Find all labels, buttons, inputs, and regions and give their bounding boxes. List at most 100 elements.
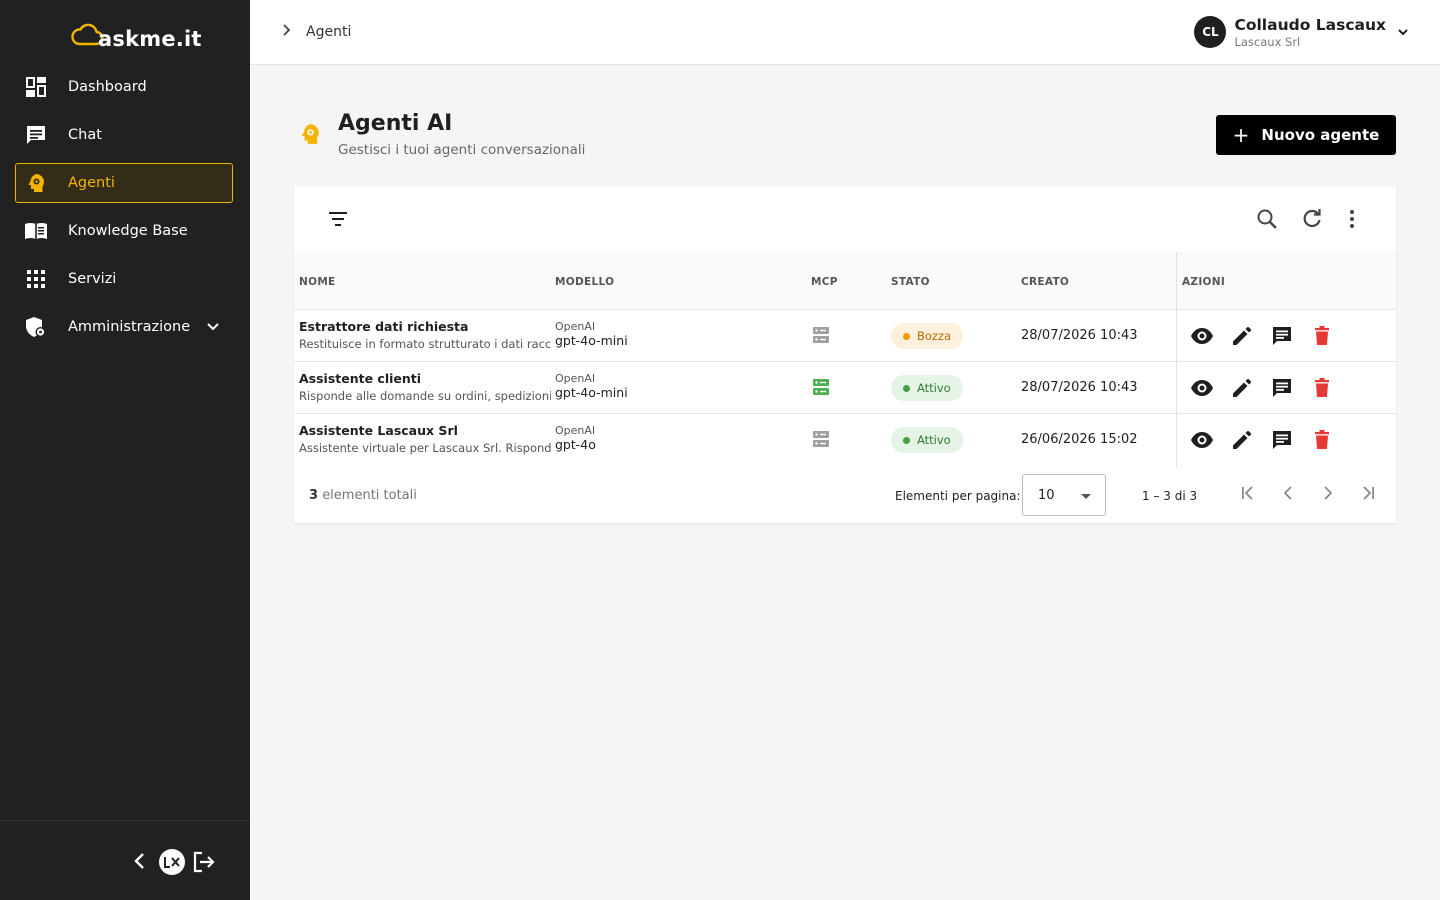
page-title: Agenti AI bbox=[338, 111, 453, 136]
sidebar-item-chat[interactable]: Chat bbox=[15, 115, 233, 155]
refresh-icon[interactable] bbox=[1301, 208, 1323, 234]
model-cell: OpenAI gpt-4o-mini bbox=[555, 320, 628, 348]
status-label: Bozza bbox=[917, 329, 952, 343]
table-toolbar bbox=[294, 186, 1396, 252]
edit-icon[interactable] bbox=[1230, 428, 1254, 456]
logo[interactable]: askme.it bbox=[70, 18, 202, 50]
status-badge: Attivo bbox=[891, 375, 963, 401]
view-icon[interactable] bbox=[1190, 376, 1214, 404]
agent-description: Assistente virtuale per Lascaux Srl. Ris… bbox=[299, 441, 551, 455]
prev-page-icon[interactable] bbox=[1278, 483, 1298, 507]
chevron-right-icon bbox=[280, 22, 292, 41]
per-page-label: Elementi per pagina: bbox=[895, 489, 1021, 503]
column-header-nome[interactable]: NOME bbox=[299, 276, 336, 288]
logout-icon[interactable] bbox=[192, 850, 216, 878]
breadcrumb-item[interactable]: Agenti bbox=[306, 24, 351, 40]
sidebar-item-amministrazione[interactable]: Amministrazione bbox=[15, 307, 233, 347]
plus-icon: + bbox=[1232, 123, 1250, 147]
table-row[interactable]: Assistente clienti Risponde alle domande… bbox=[294, 362, 1396, 414]
status-dot-icon bbox=[903, 436, 910, 444]
agent-icon bbox=[24, 171, 48, 195]
actions-column-divider bbox=[1176, 252, 1177, 467]
agent-description: Risponde alle domande su ordini, spedizi… bbox=[299, 389, 551, 403]
model-cell: OpenAI gpt-4o bbox=[555, 424, 596, 452]
model-provider: OpenAI bbox=[555, 320, 596, 333]
model-name: gpt-4o-mini bbox=[555, 385, 628, 400]
view-icon[interactable] bbox=[1190, 428, 1214, 456]
delete-icon[interactable] bbox=[1310, 376, 1334, 404]
chevron-left-icon[interactable] bbox=[130, 851, 150, 875]
sidebar-item-label: Agenti bbox=[68, 175, 115, 191]
chat-icon[interactable] bbox=[1270, 376, 1294, 404]
user-info: Collaudo Lascaux Lascaux Srl bbox=[1234, 15, 1386, 49]
sidebar-item-label: Amministrazione bbox=[68, 319, 191, 335]
agent-icon bbox=[298, 122, 322, 150]
admin-icon bbox=[24, 315, 48, 339]
page-range: 1 – 3 di 3 bbox=[1142, 489, 1198, 503]
model-provider: OpenAI bbox=[555, 372, 596, 385]
status-badge: Bozza bbox=[891, 323, 964, 349]
user-org: Lascaux Srl bbox=[1234, 35, 1301, 49]
mcp-server-icon bbox=[812, 378, 830, 400]
chat-icon[interactable] bbox=[1270, 324, 1294, 352]
breadcrumb: Agenti bbox=[280, 22, 351, 41]
model-provider: OpenAI bbox=[555, 424, 596, 437]
last-page-icon[interactable] bbox=[1358, 483, 1378, 507]
per-page-value: 10 bbox=[1038, 488, 1055, 503]
logo-text: askme.it bbox=[98, 27, 202, 51]
status-dot-icon bbox=[903, 384, 910, 392]
column-header-azioni: AZIONI bbox=[1182, 276, 1226, 288]
book-icon bbox=[24, 219, 48, 243]
mcp-server-icon bbox=[812, 326, 830, 348]
search-icon[interactable] bbox=[1256, 208, 1278, 234]
chat-icon[interactable] bbox=[1270, 428, 1294, 456]
next-page-icon[interactable] bbox=[1318, 483, 1338, 507]
model-name: gpt-4o-mini bbox=[555, 333, 628, 348]
table-row[interactable]: Assistente Lascaux Srl Assistente virtua… bbox=[294, 414, 1396, 466]
first-page-icon[interactable] bbox=[1238, 483, 1258, 507]
page-heading: Agenti AI Gestisci i tuoi agenti convers… bbox=[298, 110, 585, 158]
chevron-down-icon[interactable] bbox=[1396, 27, 1410, 37]
more-vert-icon[interactable] bbox=[1342, 208, 1362, 234]
page-subtitle: Gestisci i tuoi agenti conversazionali bbox=[338, 142, 586, 158]
sidebar-item-servizi[interactable]: Servizi bbox=[15, 259, 233, 299]
sidebar-item-agenti[interactable]: Agenti bbox=[15, 163, 233, 203]
apps-grid-icon bbox=[24, 267, 48, 291]
sidebar-footer bbox=[0, 820, 250, 900]
per-page-select[interactable]: 10 bbox=[1022, 474, 1106, 516]
user-menu[interactable]: CL Collaudo Lascaux Lascaux Srl bbox=[1194, 15, 1410, 49]
new-agent-button[interactable]: + Nuovo agente bbox=[1216, 115, 1396, 155]
agent-description: Restituisce in formato strutturato i dat… bbox=[299, 337, 551, 351]
status-label: Attivo bbox=[917, 433, 951, 447]
created-date: 28/07/2026 10:43 bbox=[1021, 380, 1138, 395]
caret-down-icon bbox=[1081, 494, 1091, 499]
agent-name: Estrattore dati richiesta bbox=[299, 319, 469, 334]
chat-icon bbox=[24, 123, 48, 147]
edit-icon[interactable] bbox=[1230, 376, 1254, 404]
column-header-creato[interactable]: CREATO bbox=[1021, 276, 1069, 288]
column-header-stato[interactable]: STATO bbox=[891, 276, 930, 288]
status-badge: Attivo bbox=[891, 427, 963, 453]
column-header-mcp[interactable]: MCP bbox=[811, 276, 838, 288]
filter-icon[interactable] bbox=[328, 209, 348, 233]
sidebar-nav: Dashboard Chat Agenti Knowledge Base Ser… bbox=[15, 67, 233, 355]
view-icon[interactable] bbox=[1190, 324, 1214, 352]
top-header: Agenti CL Collaudo Lascaux Lascaux Srl bbox=[250, 0, 1440, 65]
delete-icon[interactable] bbox=[1310, 324, 1334, 352]
chevron-down-icon[interactable] bbox=[206, 322, 220, 332]
edit-icon[interactable] bbox=[1230, 324, 1254, 352]
column-header-modello[interactable]: MODELLO bbox=[555, 276, 614, 288]
sidebar-item-dashboard[interactable]: Dashboard bbox=[15, 67, 233, 107]
agent-name-cell: Assistente clienti Risponde alle domande… bbox=[299, 371, 551, 403]
agent-name-cell: Estrattore dati richiesta Restituisce in… bbox=[299, 319, 551, 351]
sidebar-item-knowledge-base[interactable]: Knowledge Base bbox=[15, 211, 233, 251]
sidebar-item-label: Dashboard bbox=[68, 79, 147, 95]
table-row[interactable]: Estrattore dati richiesta Restituisce in… bbox=[294, 310, 1396, 362]
delete-icon[interactable] bbox=[1310, 428, 1334, 456]
user-name: Collaudo Lascaux bbox=[1234, 16, 1386, 34]
lx-badge-icon bbox=[159, 849, 185, 875]
agent-name-cell: Assistente Lascaux Srl Assistente virtua… bbox=[299, 423, 551, 455]
sidebar-item-label: Servizi bbox=[68, 271, 117, 287]
sidebar-item-label: Chat bbox=[68, 127, 102, 143]
total-count-value: 3 bbox=[309, 488, 319, 503]
